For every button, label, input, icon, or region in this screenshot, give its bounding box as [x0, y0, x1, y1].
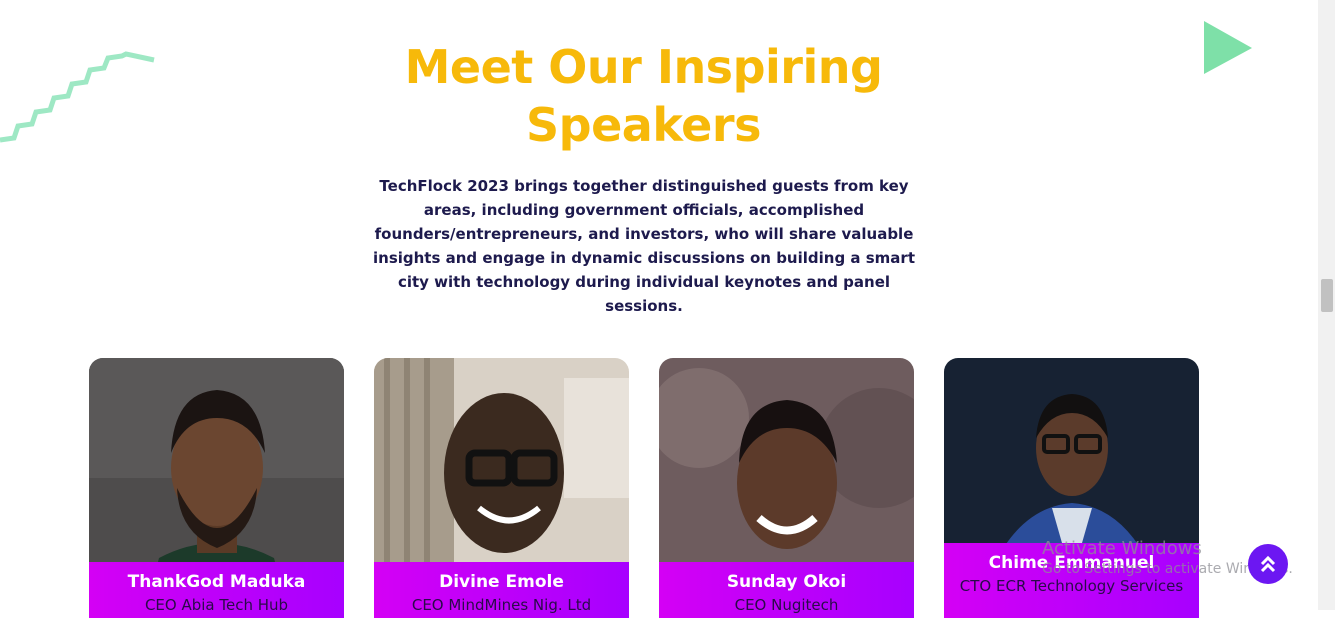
speaker-card[interactable]: Chime Emmanuel CTO ECR Technology Servic…: [944, 358, 1199, 618]
speaker-name: ThankGod Maduka: [127, 572, 306, 592]
double-chevron-up-icon: [1260, 555, 1276, 573]
speaker-name: Sunday Okoi: [726, 572, 847, 592]
speaker-role: CEO Abia Tech Hub: [144, 596, 289, 614]
speaker-card[interactable]: Divine Emole CEO MindMines Nig. Ltd: [374, 358, 629, 618]
speaker-role: CTO ECR Technology Services: [959, 577, 1184, 595]
speaker-card[interactable]: ThankGod Maduka CEO Abia Tech Hub: [89, 358, 344, 618]
speaker-name: Divine Emole: [439, 572, 564, 592]
speaker-role: CEO Nugitech: [734, 596, 839, 614]
back-to-top-button[interactable]: [1248, 544, 1288, 584]
section-title-line1: Meet Our Inspiring: [404, 40, 883, 94]
speaker-info-band: Chime Emmanuel CTO ECR Technology Servic…: [944, 543, 1199, 618]
speaker-role: CEO MindMines Nig. Ltd: [411, 596, 592, 614]
scrollbar-thumb[interactable]: [1321, 279, 1333, 312]
section-title-line2: Speakers: [526, 98, 761, 152]
section-description: TechFlock 2023 brings together distingui…: [373, 177, 915, 315]
speaker-name: Chime Emmanuel: [988, 553, 1155, 573]
page-scrollbar[interactable]: [1318, 0, 1335, 610]
section-title: Meet Our Inspiring Speakers: [0, 38, 1287, 154]
speaker-card[interactable]: Sunday Okoi CEO Nugitech: [659, 358, 914, 618]
